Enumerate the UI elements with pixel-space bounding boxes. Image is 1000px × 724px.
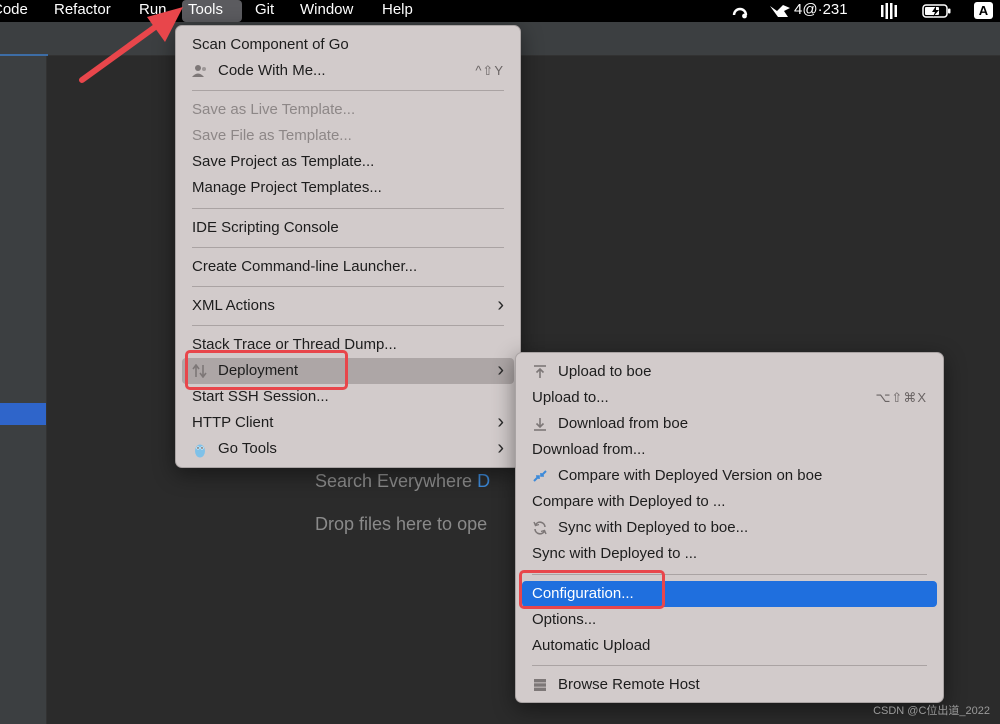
- annotation-box-deployment: [185, 350, 348, 390]
- menu-item-sync-to[interactable]: Sync with Deployed to ...: [522, 541, 937, 567]
- tools-menu: Scan Component of Go Code With Me... ^⇧Y…: [175, 25, 521, 468]
- menu-item-upload-to-boe[interactable]: Upload to boe: [522, 359, 937, 385]
- project-sidebar: [0, 56, 47, 724]
- download-icon: [532, 417, 548, 431]
- menu-item-browse-remote[interactable]: Browse Remote Host: [522, 672, 937, 698]
- chevron-right-icon: ›: [497, 411, 504, 433]
- menu-item-sync-boe[interactable]: Sync with Deployed to boe...: [522, 515, 937, 541]
- compare-arrows-icon: [532, 469, 548, 483]
- battery-icon[interactable]: [922, 0, 952, 22]
- menu-bar: Code Refactor Run Tools Git Window Help …: [0, 0, 1000, 22]
- menu-item-options[interactable]: Options...: [522, 607, 937, 633]
- status-bars-icon[interactable]: [880, 0, 898, 22]
- menu-item-save-file-template[interactable]: Save File as Template...: [182, 123, 514, 149]
- annotation-box-configuration: [519, 570, 665, 609]
- menubar-run[interactable]: Run: [133, 0, 173, 22]
- search-everywhere-label: Search Everywhere: [315, 471, 473, 491]
- menu-item-download-from[interactable]: Download from...: [522, 437, 937, 463]
- code-with-me-shortcut: ^⇧Y: [475, 63, 504, 78]
- menubar-help[interactable]: Help: [376, 0, 419, 22]
- menubar-refactor[interactable]: Refactor: [48, 0, 117, 22]
- menu-item-code-with-me[interactable]: Code With Me... ^⇧Y: [182, 58, 514, 84]
- menu-item-upload-to[interactable]: Upload to... ⌥⇧⌘X: [522, 385, 937, 411]
- menu-item-go-tools[interactable]: Go Tools ›: [182, 436, 514, 462]
- menubar-tools[interactable]: Tools: [182, 0, 242, 22]
- menu-item-http-client[interactable]: HTTP Client ›: [182, 410, 514, 436]
- drop-files-hint: Drop files here to ope: [315, 514, 488, 534]
- menu-item-scan-component[interactable]: Scan Component of Go: [182, 32, 514, 58]
- deployment-submenu: Upload to boe Upload to... ⌥⇧⌘X Download…: [515, 352, 944, 703]
- separator: [192, 325, 504, 326]
- separator: [532, 665, 927, 666]
- menu-item-save-project-template[interactable]: Save Project as Template...: [182, 149, 514, 175]
- user-icon: [192, 64, 208, 78]
- separator: [192, 208, 504, 209]
- menu-item-compare-boe[interactable]: Compare with Deployed Version on boe: [522, 463, 937, 489]
- chevron-right-icon: ›: [497, 437, 504, 459]
- menu-item-save-live-template[interactable]: Save as Live Template...: [182, 97, 514, 123]
- search-everywhere-hint: Search Everywhere D: [315, 471, 490, 492]
- menu-item-xml-actions[interactable]: XML Actions ›: [182, 293, 514, 319]
- separator: [192, 90, 504, 91]
- menu-item-manage-project-templates[interactable]: Manage Project Templates...: [182, 175, 514, 201]
- watermark: CSDN @C位出道_2022: [873, 705, 990, 717]
- upload-to-shortcut: ⌥⇧⌘X: [875, 390, 927, 405]
- menu-item-create-launcher[interactable]: Create Command-line Launcher...: [182, 254, 514, 280]
- input-source-indicator[interactable]: A: [974, 2, 993, 19]
- menu-item-compare-to[interactable]: Compare with Deployed to ...: [522, 489, 937, 515]
- menu-item-download-from-boe[interactable]: Download from boe: [522, 411, 937, 437]
- upload-icon: [532, 365, 548, 379]
- menubar-window[interactable]: Window: [294, 0, 359, 22]
- menu-item-ide-scripting-console[interactable]: IDE Scripting Console: [182, 215, 514, 241]
- status-text: 4@·231: [794, 1, 848, 18]
- menubar-git[interactable]: Git: [249, 0, 280, 22]
- chevron-right-icon: ›: [497, 359, 504, 381]
- gopher-icon: [192, 442, 208, 458]
- sync-icon: [532, 521, 548, 535]
- separator: [192, 247, 504, 248]
- status-bird-icon[interactable]: [769, 0, 791, 22]
- search-everywhere-key: D: [477, 471, 491, 491]
- separator: [192, 286, 504, 287]
- menubar-code[interactable]: Code: [0, 0, 34, 22]
- menu-item-automatic-upload[interactable]: Automatic Upload: [522, 633, 937, 659]
- status-headset-icon[interactable]: [731, 0, 749, 22]
- sidebar-selected-item[interactable]: [0, 403, 46, 425]
- server-icon: [532, 678, 548, 692]
- chevron-right-icon: ›: [497, 294, 504, 316]
